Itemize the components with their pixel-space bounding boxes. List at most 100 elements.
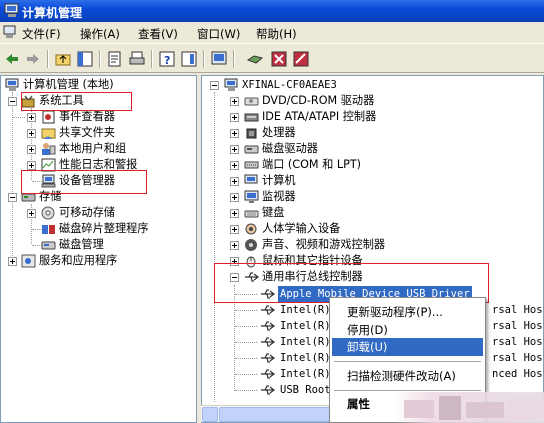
expand-icon[interactable] (27, 209, 36, 218)
scan-hardware-icon[interactable] (210, 50, 228, 68)
device-category-sound[interactable]: 声音、视频和游戏控制器 (202, 237, 542, 253)
disable-device-icon[interactable] (292, 50, 310, 68)
device-category-label: IDE ATA/ATAPI 控制器 (262, 110, 377, 123)
device-category-disk[interactable]: 磁盘驱动器 (202, 141, 542, 157)
device-category-ide[interactable]: IDE ATA/ATAPI 控制器 (202, 109, 542, 125)
computer-icon (224, 78, 238, 91)
menu-help[interactable]: 帮助(H) (256, 26, 297, 42)
device-category-label: 人体学输入设备 (262, 222, 341, 235)
console-icon[interactable] (180, 50, 198, 68)
device-root[interactable]: XFINAL-CF0AEAE3 (202, 77, 542, 93)
svg-text:?: ? (164, 54, 170, 67)
forward-arrow-icon[interactable] (24, 50, 42, 68)
expand-icon[interactable] (230, 177, 239, 186)
console-tree-pane[interactable]: 计算机管理 (本地) 系统工具 事件查看器 共享文件夹 本地用户和组 性能日志和… (0, 75, 197, 423)
device-category-port[interactable]: 端口 (COM 和 LPT) (202, 157, 542, 173)
title-bar: 计算机管理 (0, 0, 544, 22)
expand-icon[interactable] (230, 193, 239, 202)
device-category-label: 磁盘驱动器 (262, 142, 318, 155)
device-category-dvd[interactable]: DVD/CD-ROM 驱动器 (202, 93, 542, 109)
disk-management-icon (41, 241, 56, 250)
device-category-label: 处理器 (262, 126, 296, 139)
dvd-icon (244, 97, 259, 106)
uninstall-icon[interactable] (270, 50, 288, 68)
ide-icon (244, 113, 259, 122)
tree-label: 磁盘碎片整理程序 (59, 222, 149, 235)
tree-root[interactable]: 计算机管理 (本地) (1, 77, 196, 93)
computer-management-icon (4, 3, 19, 17)
menu-file[interactable]: 文件(F) (22, 26, 61, 42)
monitor-icon (244, 190, 259, 203)
menu-update-driver[interactable]: 更新驱动程序(P)... (332, 303, 483, 321)
expand-icon[interactable] (230, 161, 239, 170)
menu-disable[interactable]: 停用(D) (332, 321, 483, 339)
back-arrow-icon[interactable] (3, 50, 21, 68)
up-folder-icon[interactable] (54, 50, 72, 68)
computer-management-icon (5, 78, 19, 91)
device-category-label: 声音、视频和游戏控制器 (262, 238, 386, 251)
collapse-icon[interactable] (210, 81, 219, 90)
collapse-icon[interactable] (8, 97, 17, 106)
expand-icon[interactable] (230, 129, 239, 138)
device-category-hid[interactable]: 人体学输入设备 (202, 221, 542, 237)
expand-icon[interactable] (230, 241, 239, 250)
usb-device-icon (261, 385, 275, 395)
usb-device-icon (261, 321, 275, 331)
expand-icon[interactable] (230, 113, 239, 122)
help-icon[interactable]: ? (158, 50, 176, 68)
properties-sheet-icon[interactable] (106, 50, 124, 68)
device-category-monitor[interactable]: 监视器 (202, 189, 542, 205)
usb-device-suffix: rsal Host (492, 304, 544, 316)
expand-icon[interactable] (230, 145, 239, 154)
usb-device-suffix: rsal Host (492, 320, 544, 332)
services-icon (21, 254, 36, 268)
usb-device-label: Intel(R) (280, 352, 331, 364)
hid-icon (245, 223, 257, 235)
device-root-label: XFINAL-CF0AEAE3 (242, 79, 337, 91)
menu-bar: 文件(F) 操作(A) 查看(V) 窗口(W) 帮助(H) (0, 22, 544, 44)
watermark-blur (394, 392, 544, 423)
expand-icon[interactable] (230, 209, 239, 218)
expand-icon[interactable] (27, 161, 36, 170)
print-icon[interactable] (128, 50, 146, 68)
menu-view[interactable]: 查看(V) (138, 26, 178, 42)
sound-icon (245, 239, 257, 251)
usb-device-suffix: rsal Host (492, 352, 544, 364)
usb-device-label: Intel(R) (280, 320, 331, 332)
shared-folder-icon (41, 128, 56, 139)
show-hide-tree-icon[interactable] (76, 50, 94, 68)
scroll-left-button[interactable] (202, 407, 218, 422)
menu-action[interactable]: 操作(A) (80, 26, 120, 42)
device-category-label: 键盘 (262, 206, 285, 219)
collapse-icon[interactable] (8, 193, 17, 202)
device-category-computer[interactable]: 计算机 (202, 173, 542, 189)
tree-root-label: 计算机管理 (本地) (23, 78, 114, 91)
device-category-cpu[interactable]: 处理器 (202, 125, 542, 141)
highlight-device-manager (21, 170, 147, 194)
users-icon (42, 143, 56, 155)
usb-device-suffix: rsal Host (492, 336, 544, 348)
usb-device-icon (261, 305, 275, 315)
event-viewer-icon (42, 110, 55, 124)
tree-label: 可移动存储 (59, 206, 115, 219)
expand-icon[interactable] (27, 113, 36, 122)
device-category-keyboard[interactable]: 键盘 (202, 205, 542, 221)
usb-device-icon (261, 369, 275, 379)
device-category-label: 计算机 (262, 174, 296, 187)
expand-icon[interactable] (27, 129, 36, 138)
update-driver-icon[interactable] (246, 50, 264, 68)
expand-icon[interactable] (8, 257, 17, 266)
menu-uninstall[interactable]: 卸载(U) (332, 338, 483, 356)
highlight-system-tools (21, 92, 132, 111)
removable-storage-icon (41, 206, 55, 220)
window-menu-icon[interactable] (3, 25, 17, 39)
expand-icon[interactable] (230, 97, 239, 106)
menu-window[interactable]: 窗口(W) (197, 26, 240, 42)
menu-scan-hardware[interactable]: 扫描检测硬件改动(A) (332, 367, 483, 385)
computer-icon (244, 174, 258, 184)
tree-services[interactable]: 服务和应用程序 (1, 253, 196, 269)
expand-icon[interactable] (27, 145, 36, 154)
device-category-label: DVD/CD-ROM 驱动器 (262, 94, 375, 107)
expand-icon[interactable] (230, 225, 239, 234)
toolbar: ? (0, 45, 544, 73)
